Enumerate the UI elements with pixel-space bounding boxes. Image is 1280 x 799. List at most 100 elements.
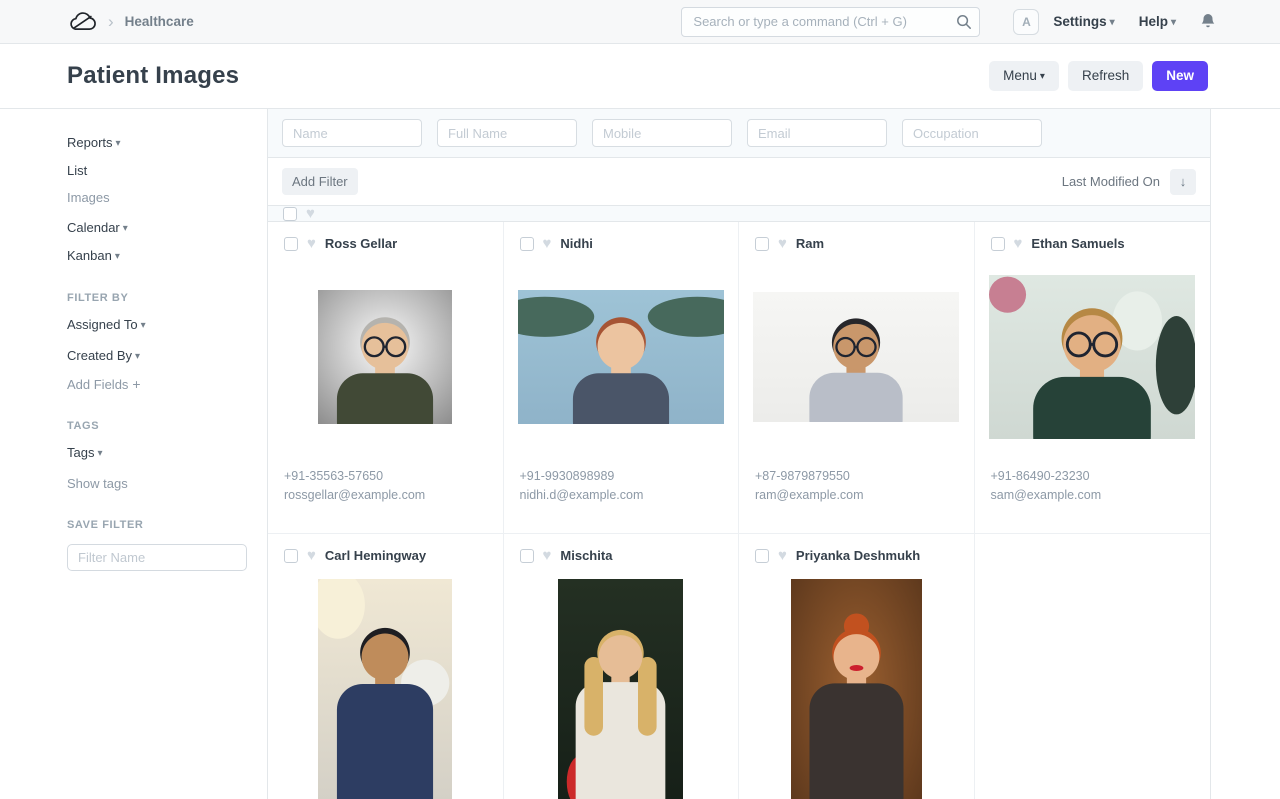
patient-contact: +91-9930898989 nidhi.d@example.com — [504, 457, 739, 521]
patient-photo[interactable] — [504, 257, 739, 457]
patient-card: ♥ Priyanka Deshmukh — [739, 534, 975, 799]
page-header: Patient Images Menu▾ Refresh New — [0, 44, 1280, 109]
select-checkbox[interactable] — [755, 237, 769, 251]
created-by-filter[interactable]: Created By▾ — [67, 348, 247, 365]
chevron-down-icon: ▾ — [123, 221, 128, 237]
assigned-to-filter[interactable]: Assigned To▾ — [67, 317, 247, 334]
show-tags-link[interactable]: Show tags — [67, 476, 247, 492]
app-logo[interactable] — [66, 10, 97, 34]
patient-card: ♥ Mischita — [504, 534, 740, 799]
list-sidebar: Reports▾ List Images Calendar▾ Kanban▾ F… — [0, 109, 267, 799]
tags-filter[interactable]: Tags▾ — [67, 445, 247, 462]
select-checkbox[interactable] — [520, 237, 534, 251]
favorite-heart-icon[interactable]: ♥ — [778, 236, 787, 251]
patient-card: ♥ Carl Hemingway — [268, 534, 504, 799]
occupation-filter-input[interactable] — [902, 119, 1042, 147]
patient-name-link[interactable]: Ross Gellar — [325, 236, 397, 251]
favorite-heart-icon[interactable]: ♥ — [778, 548, 787, 563]
add-fields-link[interactable]: Add Fields+ — [67, 376, 247, 393]
patient-card: ♥ Ross Gellar +91-35563-57650 rossgellar… — [268, 222, 504, 534]
plus-icon: + — [132, 376, 140, 392]
patient-contact: +91-35563-57650 rossgellar@example.com — [268, 457, 503, 521]
chevron-down-icon: ▾ — [1040, 71, 1045, 83]
notifications-bell-icon[interactable] — [1200, 13, 1216, 30]
patient-phone: +91-35563-57650 — [284, 467, 487, 486]
patient-email: rossgellar@example.com — [284, 486, 487, 505]
page-title: Patient Images — [67, 62, 239, 90]
sidebar-item-kanban[interactable]: Kanban▾ — [67, 248, 247, 265]
favorite-heart-icon[interactable]: ♥ — [306, 206, 315, 221]
patient-photo[interactable] — [268, 257, 503, 457]
patient-phone: +91-9930898989 — [520, 467, 723, 486]
sort-direction-button[interactable]: ↓ — [1170, 169, 1196, 195]
image-grid: ♥ Ross Gellar +91-35563-57650 rossgellar… — [268, 222, 1210, 799]
chevron-down-icon: ▾ — [141, 318, 146, 334]
select-checkbox[interactable] — [284, 549, 298, 563]
select-checkbox[interactable] — [520, 549, 534, 563]
patient-photo[interactable] — [975, 257, 1211, 457]
patient-name-link[interactable]: Ram — [796, 236, 824, 251]
patient-email: ram@example.com — [755, 486, 958, 505]
select-all-checkbox[interactable] — [283, 207, 297, 221]
patient-name-link[interactable]: Carl Hemingway — [325, 548, 426, 563]
chevron-down-icon: ▾ — [135, 349, 140, 365]
patient-photo[interactable] — [739, 257, 974, 457]
breadcrumb-chevron-icon: › — [108, 13, 114, 30]
patient-phone: +91-86490-23230 — [991, 467, 1195, 486]
patient-name-link[interactable]: Ethan Samuels — [1031, 236, 1124, 251]
patient-contact: +91-86490-23230 sam@example.com — [975, 457, 1211, 521]
patient-email: sam@example.com — [991, 486, 1195, 505]
help-menu[interactable]: Help▾ — [1139, 14, 1176, 29]
global-search — [681, 7, 980, 37]
full-name-filter-input[interactable] — [437, 119, 577, 147]
cloud-logo-icon — [66, 10, 97, 34]
patient-card: ♥ Ram +87-9879879550 ram@example.com — [739, 222, 975, 534]
sort-field-label[interactable]: Last Modified On — [1062, 174, 1160, 189]
menu-button[interactable]: Menu▾ — [989, 61, 1059, 91]
sidebar-item-images[interactable]: Images — [67, 190, 247, 206]
list-view: Add Filter Last Modified On ↓ ♥ ♥ Ross G… — [267, 109, 1211, 799]
search-icon — [956, 14, 972, 30]
tags-label: TAGS — [67, 420, 247, 432]
favorite-heart-icon[interactable]: ♥ — [307, 236, 316, 251]
name-filter-input[interactable] — [282, 119, 422, 147]
chevron-down-icon: ▾ — [115, 249, 120, 265]
settings-menu[interactable]: Settings▾ — [1053, 14, 1114, 29]
select-checkbox[interactable] — [755, 549, 769, 563]
save-filter-label: SAVE FILTER — [67, 519, 247, 531]
email-filter-input[interactable] — [747, 119, 887, 147]
sidebar-item-calendar[interactable]: Calendar▾ — [67, 220, 247, 237]
patient-name-link[interactable]: Mischita — [560, 548, 612, 563]
filter-name-input[interactable] — [67, 544, 247, 571]
favorite-heart-icon[interactable]: ♥ — [307, 548, 316, 563]
patient-photo[interactable] — [504, 579, 739, 799]
select-checkbox[interactable] — [991, 237, 1005, 251]
select-checkbox[interactable] — [284, 237, 298, 251]
filter-by-label: FILTER BY — [67, 292, 247, 304]
favorite-heart-icon[interactable]: ♥ — [543, 548, 552, 563]
patient-phone: +87-9879879550 — [755, 467, 958, 486]
favorite-heart-icon[interactable]: ♥ — [543, 236, 552, 251]
chevron-down-icon: ▾ — [97, 446, 102, 462]
chevron-down-icon: ▾ — [1110, 17, 1115, 28]
new-button[interactable]: New — [1152, 61, 1208, 91]
patient-name-link[interactable]: Nidhi — [560, 236, 593, 251]
favorite-heart-icon[interactable]: ♥ — [1014, 236, 1023, 251]
refresh-button[interactable]: Refresh — [1068, 61, 1143, 91]
chevron-down-icon: ▾ — [116, 136, 121, 152]
sidebar-item-list[interactable]: List — [67, 163, 247, 179]
patient-card: ♥ Nidhi +91-9930898989 nidhi.d@example.c… — [504, 222, 740, 534]
standard-filters — [268, 109, 1210, 158]
filter-toolbar: Add Filter Last Modified On ↓ — [268, 158, 1210, 206]
sidebar-item-reports[interactable]: Reports▾ — [67, 135, 247, 152]
user-avatar[interactable]: A — [1013, 9, 1039, 35]
patient-photo[interactable] — [268, 579, 503, 799]
patient-photo[interactable] — [739, 579, 974, 799]
breadcrumb[interactable]: Healthcare — [125, 14, 194, 29]
select-all-row: ♥ — [268, 206, 1210, 222]
add-filter-button[interactable]: Add Filter — [282, 168, 358, 195]
patient-email: nidhi.d@example.com — [520, 486, 723, 505]
search-input[interactable] — [681, 7, 980, 37]
mobile-filter-input[interactable] — [592, 119, 732, 147]
patient-name-link[interactable]: Priyanka Deshmukh — [796, 548, 920, 563]
